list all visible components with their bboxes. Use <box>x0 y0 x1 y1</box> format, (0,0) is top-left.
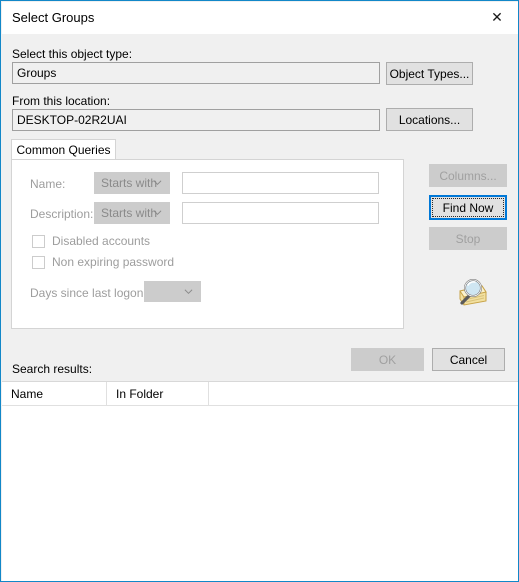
description-operator-select[interactable]: Starts with <box>94 202 170 224</box>
results-column-name[interactable]: Name <box>2 382 107 406</box>
object-types-button[interactable]: Object Types... <box>386 62 473 85</box>
find-now-button[interactable]: Find Now <box>429 195 507 220</box>
stop-button[interactable]: Stop <box>429 227 507 250</box>
search-results-list[interactable]: Name In Folder <box>2 381 518 581</box>
find-now-label: Find Now <box>442 200 494 215</box>
title-bar: Select Groups ✕ <box>2 2 518 34</box>
checkbox-box <box>32 234 45 248</box>
days-since-last-logon-label: Days since last logon: <box>30 286 147 300</box>
non-expiring-password-checkbox[interactable]: Non expiring password <box>32 255 174 269</box>
search-results-label: Search results: <box>12 362 93 376</box>
object-type-input[interactable]: Groups <box>12 62 380 84</box>
search-magnifier-icon <box>448 275 490 311</box>
chevron-down-icon <box>184 287 193 296</box>
location-input[interactable]: DESKTOP-02R2UAI <box>12 109 380 131</box>
non-expiring-password-label: Non expiring password <box>52 255 175 269</box>
chevron-down-icon <box>153 208 162 217</box>
common-queries-panel: Name: Starts with Description: Starts wi… <box>11 159 404 329</box>
disabled-accounts-checkbox[interactable]: Disabled accounts <box>32 234 150 248</box>
name-operator-select[interactable]: Starts with <box>94 172 170 194</box>
name-value-input[interactable] <box>182 172 379 194</box>
window-title: Select Groups <box>12 10 95 25</box>
columns-button[interactable]: Columns... <box>429 164 507 187</box>
results-header-row: Name In Folder <box>2 382 518 406</box>
tab-common-queries[interactable]: Common Queries <box>11 139 116 160</box>
tab-strip: Common Queries <box>11 139 404 160</box>
description-operator-value: Starts with <box>101 206 158 220</box>
name-label: Name: <box>30 177 66 191</box>
days-since-last-logon-select[interactable] <box>144 281 201 302</box>
location-label: From this location: <box>12 94 111 108</box>
disabled-accounts-label: Disabled accounts <box>52 234 151 248</box>
locations-button[interactable]: Locations... <box>386 108 473 131</box>
results-column-in-folder[interactable]: In Folder <box>107 382 209 406</box>
name-operator-value: Starts with <box>101 176 158 190</box>
close-button[interactable]: ✕ <box>475 2 518 34</box>
cancel-button[interactable]: Cancel <box>432 348 505 371</box>
checkbox-box <box>32 255 45 269</box>
select-groups-dialog: Select Groups ✕ Select this object type:… <box>0 0 519 582</box>
close-icon: ✕ <box>491 10 503 26</box>
results-body[interactable] <box>2 406 518 581</box>
object-type-label: Select this object type: <box>12 47 133 61</box>
ok-button[interactable]: OK <box>351 348 424 371</box>
chevron-down-icon <box>153 178 162 187</box>
description-label: Description: <box>30 207 94 221</box>
description-value-input[interactable] <box>182 202 379 224</box>
